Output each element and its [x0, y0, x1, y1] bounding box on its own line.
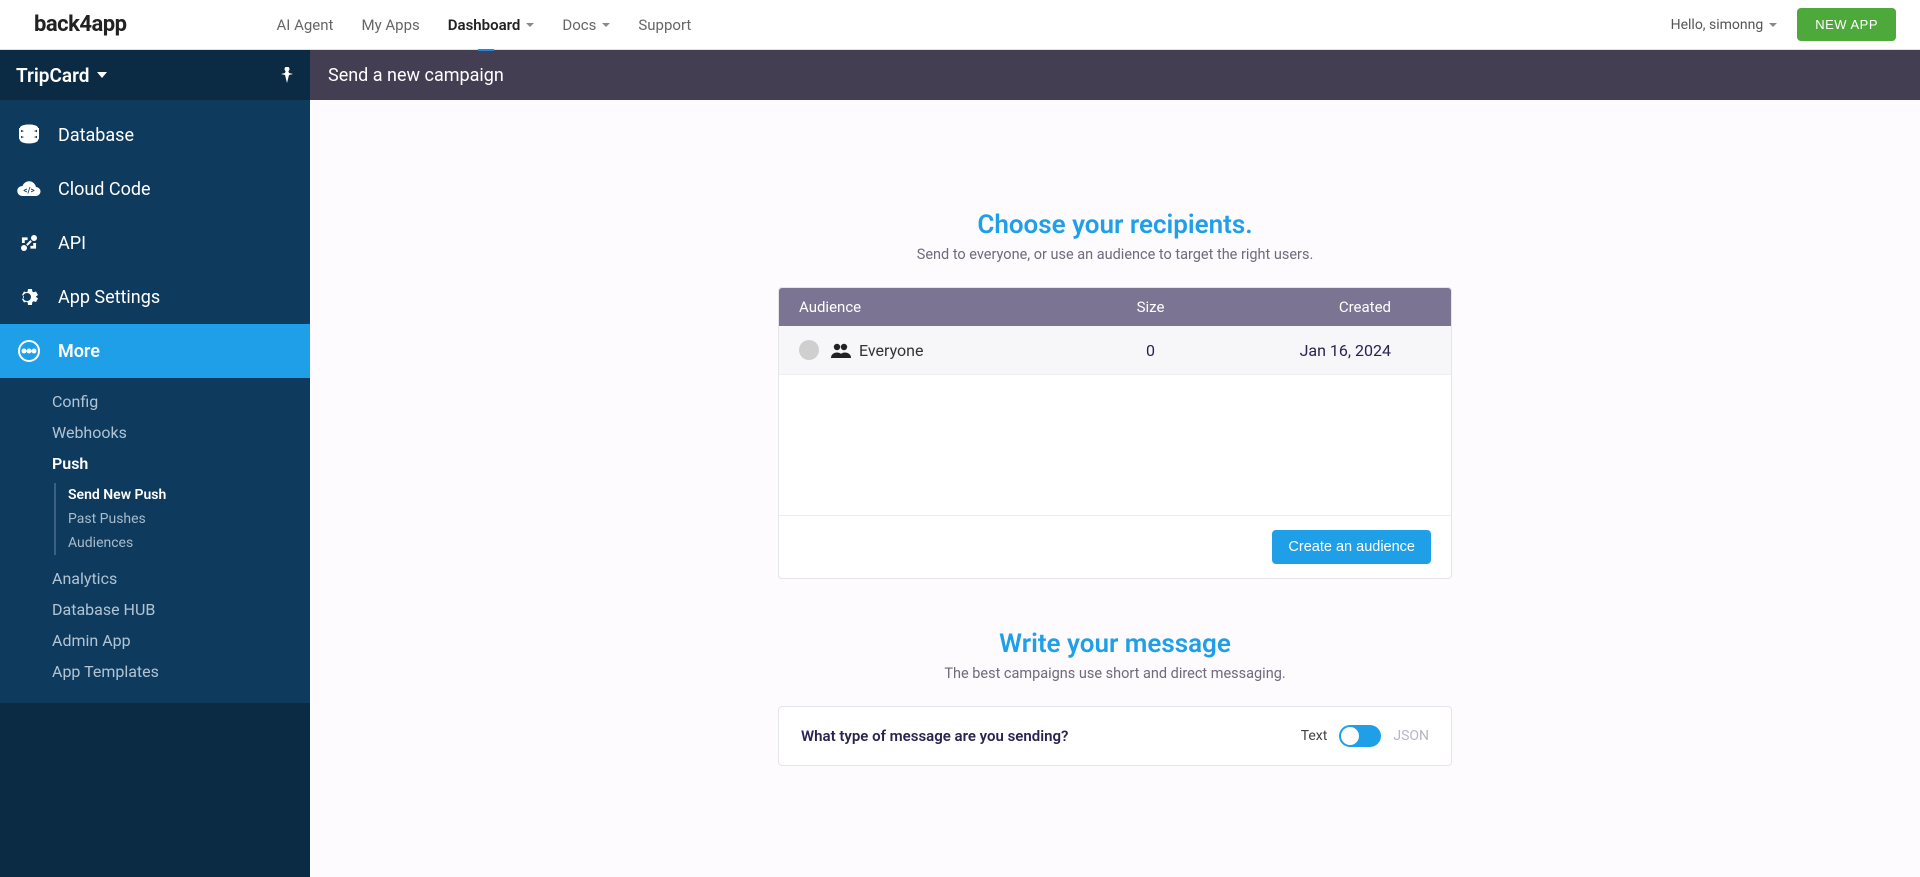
message-subtitle: The best campaigns use short and direct …: [778, 665, 1452, 682]
nav-dashboard-label: Dashboard: [448, 16, 521, 34]
database-icon: [16, 122, 42, 148]
col-created: Created: [1206, 298, 1431, 316]
subnav-config[interactable]: Config: [52, 386, 310, 417]
table-empty-space: [779, 375, 1451, 515]
subnav-push[interactable]: Push: [52, 448, 310, 479]
sidebar-item-label: App Settings: [58, 287, 160, 308]
subnav-analytics[interactable]: Analytics: [52, 563, 310, 594]
recipients-subtitle: Send to everyone, or use an audience to …: [778, 246, 1452, 263]
main-area: Send a new campaign Choose your recipien…: [310, 50, 1920, 877]
message-card: What type of message are you sending? Te…: [778, 706, 1452, 766]
audience-card-footer: Create an audience: [779, 515, 1451, 578]
sidebar-item-label: Cloud Code: [58, 179, 151, 200]
sidebar-item-app-settings[interactable]: App Settings: [0, 270, 310, 324]
sidebar-footer: [0, 703, 310, 877]
subnav-past-pushes[interactable]: Past Pushes: [68, 507, 310, 531]
pin-icon[interactable]: [280, 67, 294, 83]
col-audience: Audience: [799, 298, 1095, 316]
more-icon: [16, 338, 42, 364]
audience-radio[interactable]: [799, 340, 819, 360]
subnav-send-new-push[interactable]: Send New Push: [68, 483, 310, 507]
audience-table-header: Audience Size Created: [779, 288, 1451, 326]
push-submenu: Send New Push Past Pushes Audiences: [54, 483, 310, 555]
top-bar-right: Hello, simonng NEW APP: [1671, 8, 1896, 41]
sidebar-item-more[interactable]: More: [0, 324, 310, 378]
nav-dashboard[interactable]: Dashboard: [448, 16, 535, 34]
toggle-label-json: JSON: [1393, 728, 1429, 744]
top-nav: AI Agent My Apps Dashboard Docs Support: [277, 16, 692, 34]
subnav-database-hub[interactable]: Database HUB: [52, 594, 310, 625]
message-title: Write your message: [778, 629, 1452, 659]
nav-docs-label: Docs: [562, 16, 596, 34]
message-type-question: What type of message are you sending?: [801, 727, 1301, 745]
message-step: Write your message The best campaigns us…: [778, 629, 1452, 766]
chevron-down-icon: [1769, 23, 1777, 27]
col-size: Size: [1095, 298, 1206, 316]
sidebar-item-label: Database: [58, 125, 134, 146]
sidebar-item-database[interactable]: Database: [0, 108, 310, 162]
recipients-step: Choose your recipients. Send to everyone…: [778, 210, 1452, 579]
user-menu[interactable]: Hello, simonng: [1671, 17, 1778, 33]
subnav-webhooks[interactable]: Webhooks: [52, 417, 310, 448]
recipients-title: Choose your recipients.: [778, 210, 1452, 240]
new-app-button[interactable]: NEW APP: [1797, 8, 1896, 41]
logo: back4app: [34, 12, 127, 37]
message-type-toggle[interactable]: [1339, 725, 1381, 747]
toggle-knob: [1341, 727, 1359, 745]
chevron-down-icon: [602, 23, 610, 27]
sidebar-item-cloud-code[interactable]: </> Cloud Code: [0, 162, 310, 216]
page-title: Send a new campaign: [328, 65, 504, 86]
subnav-app-templates[interactable]: App Templates: [52, 656, 310, 687]
svg-text:</>: </>: [23, 186, 34, 195]
audience-created: Jan 16, 2024: [1206, 341, 1431, 360]
user-greeting-label: Hello, simonng: [1671, 17, 1764, 33]
gear-icon: [16, 284, 42, 310]
api-icon: [16, 230, 42, 256]
sidebar-item-label: API: [58, 233, 86, 254]
page-titlebar: Send a new campaign: [310, 50, 1920, 100]
top-bar: back4app AI Agent My Apps Dashboard Docs…: [0, 0, 1920, 50]
app-selector[interactable]: TripCard: [0, 50, 310, 100]
message-type-row: What type of message are you sending? Te…: [779, 707, 1451, 765]
audience-size: 0: [1095, 341, 1206, 360]
nav-ai-agent[interactable]: AI Agent: [277, 16, 334, 34]
subnav-admin-app[interactable]: Admin App: [52, 625, 310, 656]
create-audience-button[interactable]: Create an audience: [1272, 530, 1431, 564]
sidebar-item-label: More: [58, 341, 100, 362]
subnav-audiences[interactable]: Audiences: [68, 531, 310, 555]
cloud-code-icon: </>: [16, 176, 42, 202]
nav-support[interactable]: Support: [638, 16, 691, 34]
content: Choose your recipients. Send to everyone…: [310, 100, 1920, 877]
nav-docs[interactable]: Docs: [562, 16, 610, 34]
app-name-label: TripCard: [16, 64, 89, 87]
nav-my-apps[interactable]: My Apps: [361, 16, 419, 34]
side-nav: Database </> Cloud Code API App Settings: [0, 100, 310, 695]
toggle-label-text: Text: [1301, 728, 1328, 744]
people-icon: [831, 342, 851, 358]
chevron-down-icon: [526, 23, 534, 27]
sidebar-item-api[interactable]: API: [0, 216, 310, 270]
audience-name: Everyone: [859, 341, 923, 360]
chevron-down-icon: [97, 72, 107, 78]
sidebar: TripCard Database </> Cloud Code: [0, 50, 310, 877]
more-submenu: Config Webhooks Push Send New Push Past …: [0, 378, 310, 695]
message-type-toggle-group: Text JSON: [1301, 725, 1429, 747]
audience-row[interactable]: Everyone 0 Jan 16, 2024: [779, 326, 1451, 375]
audience-card: Audience Size Created Everyone 0: [778, 287, 1452, 579]
